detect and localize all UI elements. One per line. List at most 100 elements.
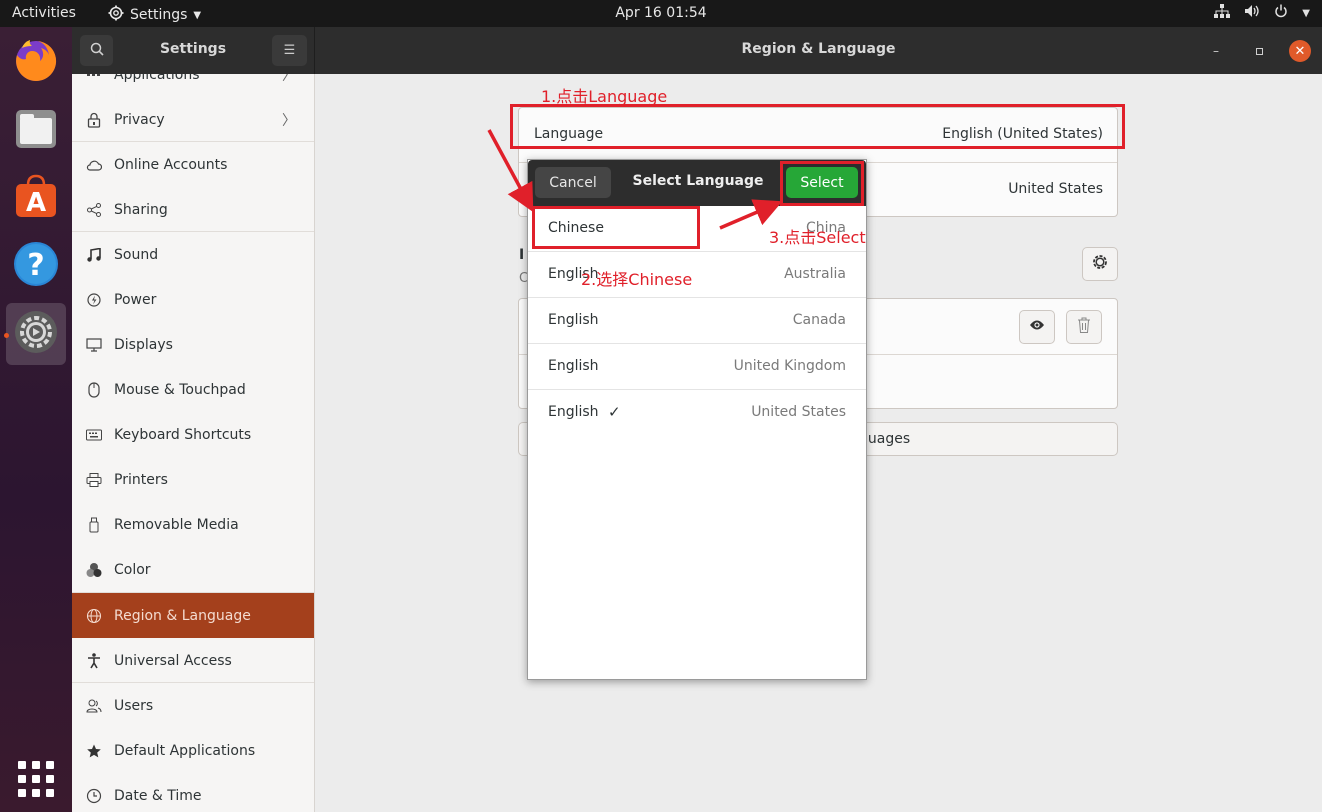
sidebar-item-label: Removable Media: [114, 516, 239, 533]
maximize-button[interactable]: [1249, 41, 1269, 61]
svg-text:A: A: [26, 188, 46, 218]
power-icon: [1274, 4, 1288, 22]
sidebar-item-online-accounts[interactable]: Online Accounts: [72, 142, 314, 187]
annotation-box-language: [510, 104, 1125, 149]
annotation-box-select: [780, 161, 864, 206]
dock-settings[interactable]: [6, 303, 66, 365]
sidebar-item-region-language[interactable]: Region & Language: [72, 593, 314, 638]
annotation-step-2: 2.选择Chinese: [581, 270, 693, 289]
sidebar-item-sharing[interactable]: Sharing: [72, 187, 314, 232]
software-bag-icon: A: [13, 173, 59, 223]
chevron-right-icon: 〉: [282, 112, 296, 129]
close-icon: ✕: [1294, 43, 1306, 59]
lock-icon: [86, 112, 102, 128]
divider: [72, 592, 314, 593]
header-bar: Settings ☰ Region & Language – ✕: [72, 27, 1322, 74]
checkmark-icon: ✓: [608, 403, 621, 421]
sidebar-item-label: Power: [114, 291, 157, 308]
power-icon: [86, 292, 102, 308]
language-name: English: [548, 358, 599, 374]
sidebar-item-color[interactable]: Color: [72, 547, 314, 592]
minimize-icon: –: [1213, 44, 1219, 58]
sidebar-item-displays[interactable]: Displays: [72, 322, 314, 367]
annotation-step-1: 1.点击Language: [541, 87, 668, 106]
remove-button[interactable]: [1066, 310, 1102, 344]
help-icon: ?: [12, 240, 60, 292]
music-note-icon: [86, 247, 102, 263]
language-row-english-us[interactable]: English ✓ United States: [528, 390, 866, 436]
sidebar-item-label: Users: [114, 697, 154, 714]
sidebar-item-default-applications[interactable]: Default Applications: [72, 728, 314, 773]
preview-button[interactable]: [1019, 310, 1055, 344]
sidebar-item-label: Color: [114, 561, 151, 578]
usb-icon: [86, 517, 102, 533]
sidebar-item-power[interactable]: Power: [72, 277, 314, 322]
language-region: United States: [751, 404, 846, 420]
files-icon: [14, 106, 58, 154]
sidebar-item-users[interactable]: Users: [72, 683, 314, 728]
volume-icon: [1244, 4, 1260, 22]
share-icon: [86, 202, 102, 218]
gear-icon: [1091, 253, 1109, 275]
divider: [72, 231, 314, 232]
input-sources-heading: I: [519, 247, 525, 263]
sidebar-item-label: Privacy: [114, 111, 165, 128]
sidebar-item-removable-media[interactable]: Removable Media: [72, 502, 314, 547]
sidebar-item-label: Printers: [114, 471, 168, 488]
sidebar-item-privacy[interactable]: Privacy 〉: [72, 97, 314, 142]
settings-sidebar: Applications 〉 Privacy 〉 Online Accounts…: [72, 74, 315, 812]
sidebar-item-label: Region & Language: [114, 607, 251, 624]
network-icon: [1214, 4, 1231, 22]
dock-help[interactable]: ?: [6, 235, 66, 297]
close-button[interactable]: ✕: [1289, 40, 1311, 62]
sidebar-item-label: Sound: [114, 246, 159, 263]
minimize-button[interactable]: –: [1206, 41, 1226, 61]
sidebar-item-label: Default Applications: [114, 742, 256, 759]
dock-firefox[interactable]: [6, 31, 66, 93]
dock-files[interactable]: [6, 99, 66, 161]
language-row-english-australia[interactable]: English Australia: [528, 252, 866, 298]
annotation-step-3: 3.点击Select: [769, 228, 866, 247]
color-icon: [86, 562, 102, 578]
language-row-english-uk[interactable]: English United Kingdom: [528, 344, 866, 390]
hamburger-menu-button[interactable]: ☰: [272, 35, 307, 66]
language-row-english-canada[interactable]: English Canada: [528, 298, 866, 344]
divider: [72, 141, 314, 142]
dialog-title: Select Language: [632, 173, 764, 189]
globe-icon: [86, 608, 102, 624]
trash-icon: [1077, 317, 1091, 337]
clock-icon: [86, 788, 102, 804]
eye-icon: [1029, 319, 1045, 335]
sidebar-item-keyboard-shortcuts[interactable]: Keyboard Shortcuts: [72, 412, 314, 457]
clock[interactable]: Apr 16 01:54: [0, 5, 1322, 21]
cancel-button[interactable]: Cancel: [535, 167, 611, 198]
sidebar-item-label: Applications: [114, 74, 200, 83]
keyboard-icon: [86, 427, 102, 443]
input-options-button[interactable]: [1082, 247, 1118, 281]
sidebar-item-label: Sharing: [114, 201, 168, 218]
cloud-icon: [86, 157, 102, 173]
star-icon: [86, 743, 102, 759]
page-title: Region & Language: [741, 41, 896, 57]
dock: A ?: [0, 27, 72, 812]
svg-text:?: ?: [27, 248, 44, 283]
sidebar-item-label: Keyboard Shortcuts: [114, 426, 252, 443]
system-tray[interactable]: ▼: [1214, 4, 1310, 22]
sidebar-item-applications[interactable]: Applications 〉: [72, 74, 314, 97]
sidebar-item-date-time[interactable]: Date & Time: [72, 773, 314, 812]
running-indicator: [4, 333, 9, 338]
sidebar-item-label: Date & Time: [114, 787, 202, 804]
sidebar-item-universal-access[interactable]: Universal Access: [72, 638, 314, 683]
settings-gear-icon: [12, 308, 60, 360]
show-applications-icon[interactable]: [18, 761, 54, 797]
sidebar-item-label: Online Accounts: [114, 156, 228, 173]
sidebar-item-mouse-touchpad[interactable]: Mouse & Touchpad: [72, 367, 314, 412]
firefox-icon: [12, 36, 60, 88]
chevron-down-icon: ▼: [1302, 7, 1310, 19]
sidebar-item-printers[interactable]: Printers: [72, 457, 314, 502]
divider: [72, 682, 314, 683]
language-name: English: [548, 312, 599, 328]
language-region: United Kingdom: [733, 358, 846, 374]
dock-ubuntu-software[interactable]: A: [6, 167, 66, 229]
sidebar-item-sound[interactable]: Sound: [72, 232, 314, 277]
